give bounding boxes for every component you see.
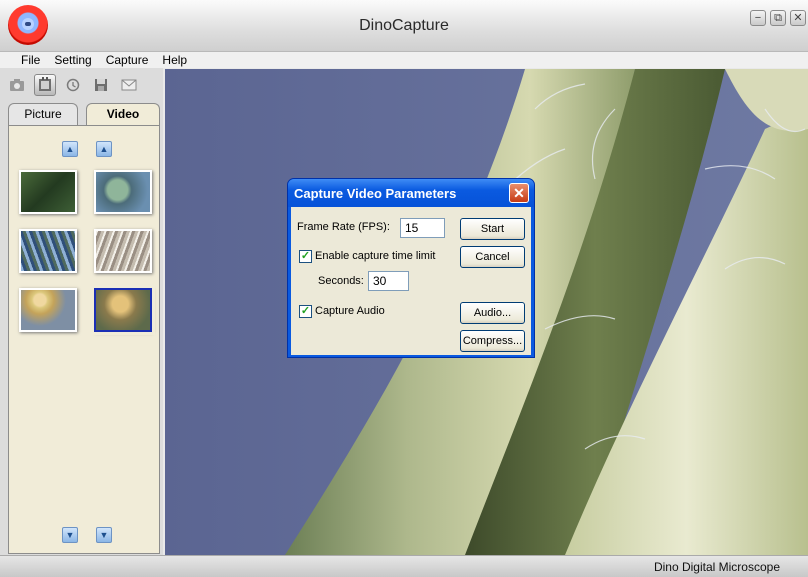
toolbar (0, 68, 163, 102)
enable-time-limit-checkbox[interactable]: ✓ (299, 250, 312, 263)
menu-setting[interactable]: Setting (47, 52, 98, 68)
left-panel: Picture Video ▲ ▲ ▼ ▼ (0, 68, 163, 555)
capture-video-parameters-dialog: Capture Video Parameters ✕ Frame Rate (F… (287, 178, 535, 358)
menu-file[interactable]: File (14, 52, 47, 68)
video-thumbnail[interactable] (19, 170, 77, 214)
dialog-title-bar[interactable]: Capture Video Parameters ✕ (288, 179, 534, 207)
tab-picture[interactable]: Picture (8, 103, 78, 125)
scroll-to-bottom-icon[interactable]: ▼ (96, 527, 112, 543)
tab-video[interactable]: Video (86, 103, 160, 126)
audio-button[interactable]: Audio... (460, 302, 525, 324)
frame-rate-input[interactable]: 15 (400, 218, 445, 238)
timer-icon[interactable] (62, 74, 84, 96)
capture-audio-label: Capture Audio (315, 305, 385, 317)
video-thumbnail[interactable] (19, 288, 77, 332)
title-bar: DinoCapture − ⧉ ✕ (0, 0, 808, 52)
save-icon[interactable] (90, 74, 112, 96)
page-down-icon[interactable]: ▼ (62, 527, 78, 543)
frame-rate-label: Frame Rate (FPS): (297, 221, 390, 233)
video-thumbnail-selected[interactable] (91, 285, 155, 335)
minimize-icon[interactable]: − (750, 10, 766, 26)
seconds-input[interactable]: 30 (368, 271, 409, 291)
seconds-label: Seconds: (318, 275, 364, 287)
dialog-body: Frame Rate (FPS): 15 Start ✓ Enable capt… (291, 207, 531, 355)
camera-icon[interactable] (6, 74, 28, 96)
menu-capture[interactable]: Capture (99, 52, 156, 68)
thumbnail-panel: ▲ ▲ ▼ ▼ (8, 125, 160, 554)
video-thumbnail[interactable] (94, 229, 152, 273)
restore-icon[interactable]: ⧉ (770, 10, 786, 26)
dialog-title: Capture Video Parameters (294, 186, 457, 201)
video-camera-icon[interactable] (34, 74, 56, 96)
menu-help[interactable]: Help (155, 52, 194, 68)
email-icon[interactable] (118, 74, 140, 96)
dialog-close-icon[interactable]: ✕ (509, 183, 529, 203)
start-button[interactable]: Start (460, 218, 525, 240)
video-thumbnail[interactable] (19, 229, 77, 273)
compress-button[interactable]: Compress... (460, 330, 525, 352)
status-text: Dino Digital Microscope (653, 560, 780, 574)
page-up-icon[interactable]: ▲ (62, 141, 78, 157)
window-title: DinoCapture (359, 17, 449, 34)
close-icon[interactable]: ✕ (790, 10, 806, 26)
capture-audio-checkbox[interactable]: ✓ (299, 305, 312, 318)
video-thumbnail[interactable] (94, 170, 152, 214)
enable-time-limit-label: Enable capture time limit (315, 250, 436, 262)
scroll-to-top-icon[interactable]: ▲ (96, 141, 112, 157)
status-bar: Dino Digital Microscope (0, 555, 808, 577)
menu-bar: File Setting Capture Help (0, 52, 808, 68)
cancel-button[interactable]: Cancel (460, 246, 525, 268)
